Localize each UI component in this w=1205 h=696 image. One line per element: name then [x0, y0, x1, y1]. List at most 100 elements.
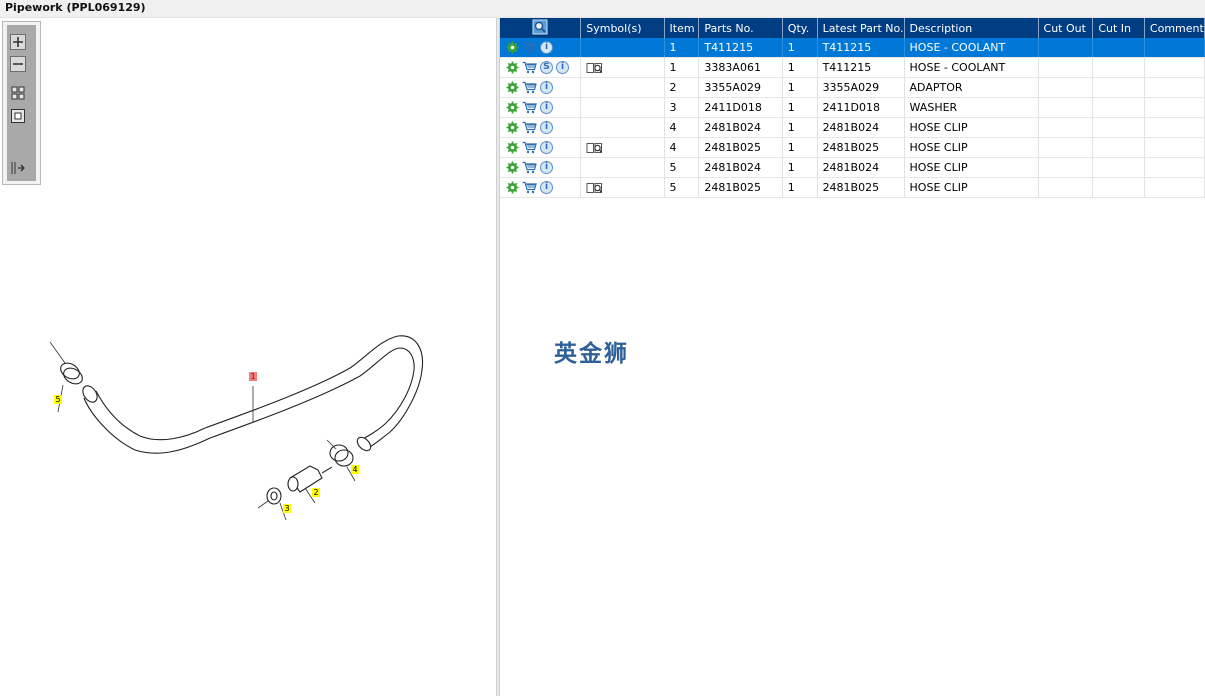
- cell-cut-out: [1038, 137, 1094, 158]
- table-row[interactable]: i 5 2481B025 1 2481B025 HOSE CLIP: [500, 177, 1205, 198]
- gear-icon[interactable]: [506, 61, 519, 74]
- cell-comment: [1144, 177, 1205, 198]
- cell-parts-no: 3355A029: [698, 77, 783, 98]
- cell-actions: Si: [500, 57, 582, 78]
- gear-icon[interactable]: [506, 41, 519, 54]
- cell-cut-out: [1038, 77, 1094, 98]
- column-header-item[interactable]: Item: [664, 18, 700, 38]
- table-row[interactable]: i 4 2481B024 1 2481B024 HOSE CLIP: [500, 117, 1205, 138]
- info-icon[interactable]: i: [540, 101, 553, 115]
- info-icon[interactable]: i: [556, 61, 569, 75]
- cell-cut-in: [1092, 77, 1145, 98]
- callout-5[interactable]: 5: [54, 395, 62, 404]
- cell-comment: [1144, 77, 1205, 98]
- cell-latest-part-no: 2411D018: [817, 97, 905, 118]
- cell-symbols: [580, 137, 665, 158]
- cart-icon[interactable]: [522, 81, 537, 94]
- table-row[interactable]: i 1 T411215 1 T411215 HOSE - COOLANT: [500, 38, 1205, 58]
- search-icon[interactable]: [532, 19, 548, 38]
- cell-description: ADAPTOR: [904, 77, 1039, 98]
- column-header-qty[interactable]: Qty.: [782, 18, 818, 38]
- gear-icon[interactable]: [506, 81, 519, 94]
- table-row[interactable]: i 4 2481B025 1 2481B025 HOSE CLIP: [500, 137, 1205, 158]
- column-header-parts-no[interactable]: Parts No.: [698, 18, 783, 38]
- column-header-latest-part-no[interactable]: Latest Part No.: [817, 18, 905, 38]
- parts-table: Symbol(s) Item Parts No. Qty. Latest Par…: [500, 18, 1205, 198]
- table-row[interactable]: Si 1 3383A061 1 T411215 HOSE - COOLANT: [500, 57, 1205, 78]
- cell-qty: 1: [782, 117, 818, 138]
- info-icon[interactable]: i: [540, 121, 553, 135]
- gear-icon[interactable]: [506, 181, 519, 194]
- cell-cut-in: [1092, 97, 1145, 118]
- gear-icon[interactable]: [506, 161, 519, 174]
- column-header-symbols[interactable]: Symbol(s): [580, 18, 665, 38]
- cell-qty: 1: [782, 38, 818, 58]
- gear-icon[interactable]: [506, 101, 519, 114]
- watermark-text: 英金狮: [554, 341, 629, 367]
- cell-symbols: [580, 38, 665, 58]
- cell-qty: 1: [782, 77, 818, 98]
- book-icon[interactable]: [586, 181, 603, 194]
- column-header-comment[interactable]: Comment: [1144, 18, 1205, 38]
- diagram-pane[interactable]: 1 2 3 4 5: [0, 18, 496, 696]
- info-icon[interactable]: i: [540, 41, 553, 55]
- cart-icon[interactable]: [522, 161, 537, 174]
- cell-actions: i: [500, 157, 582, 178]
- cell-latest-part-no: 2481B024: [817, 157, 905, 178]
- cart-icon[interactable]: [522, 101, 537, 114]
- cell-comment: [1144, 157, 1205, 178]
- cell-parts-no: 2481B024: [698, 157, 783, 178]
- table-row[interactable]: i 3 2411D018 1 2411D018 WASHER: [500, 97, 1205, 118]
- cell-item: 2: [664, 77, 700, 98]
- column-header-cut-out[interactable]: Cut Out: [1038, 18, 1094, 38]
- gear-icon[interactable]: [506, 121, 519, 134]
- table-row[interactable]: i 2 3355A029 1 3355A029 ADAPTOR: [500, 77, 1205, 98]
- cell-parts-no: 2481B025: [698, 177, 783, 198]
- cart-icon[interactable]: [522, 61, 537, 74]
- cell-symbols: [580, 77, 665, 98]
- cell-description: HOSE CLIP: [904, 157, 1039, 178]
- callout-3[interactable]: 3: [283, 504, 291, 513]
- cell-symbols: [580, 157, 665, 178]
- cell-cut-out: [1038, 97, 1094, 118]
- cell-latest-part-no: 2481B024: [817, 117, 905, 138]
- cell-cut-in: [1092, 117, 1145, 138]
- column-header-cut-in[interactable]: Cut In: [1092, 18, 1145, 38]
- callout-1[interactable]: 1: [249, 372, 257, 381]
- cell-item: 4: [664, 137, 700, 158]
- book-icon[interactable]: [586, 61, 603, 74]
- callout-4[interactable]: 4: [351, 465, 359, 474]
- cell-cut-in: [1092, 177, 1145, 198]
- cell-cut-in: [1092, 137, 1145, 158]
- gear-icon[interactable]: [506, 141, 519, 154]
- s-icon[interactable]: S: [540, 61, 553, 75]
- cell-actions: i: [500, 77, 582, 98]
- cell-latest-part-no: 2481B025: [817, 177, 905, 198]
- info-icon[interactable]: i: [540, 161, 553, 175]
- cell-qty: 1: [782, 177, 818, 198]
- cell-cut-out: [1038, 57, 1094, 78]
- cell-parts-no: 2481B025: [698, 137, 783, 158]
- cart-icon[interactable]: [522, 181, 537, 194]
- cell-actions: i: [500, 117, 582, 138]
- cell-latest-part-no: T411215: [817, 57, 905, 78]
- cell-cut-out: [1038, 117, 1094, 138]
- cell-description: HOSE CLIP: [904, 177, 1039, 198]
- cell-qty: 1: [782, 97, 818, 118]
- cell-description: HOSE CLIP: [904, 137, 1039, 158]
- cell-qty: 1: [782, 137, 818, 158]
- info-icon[interactable]: i: [540, 181, 553, 195]
- cart-icon[interactable]: [522, 141, 537, 154]
- book-icon[interactable]: [586, 141, 603, 154]
- column-header-search[interactable]: [500, 18, 582, 38]
- info-icon[interactable]: i: [540, 141, 553, 155]
- table-row[interactable]: i 5 2481B024 1 2481B024 HOSE CLIP: [500, 157, 1205, 178]
- parts-diagram: [49, 335, 424, 521]
- cell-comment: [1144, 117, 1205, 138]
- cell-qty: 1: [782, 57, 818, 78]
- info-icon[interactable]: i: [540, 81, 553, 95]
- callout-2[interactable]: 2: [312, 488, 320, 497]
- column-header-description[interactable]: Description: [904, 18, 1039, 38]
- cart-icon[interactable]: [522, 121, 537, 134]
- cart-icon[interactable]: [522, 41, 537, 54]
